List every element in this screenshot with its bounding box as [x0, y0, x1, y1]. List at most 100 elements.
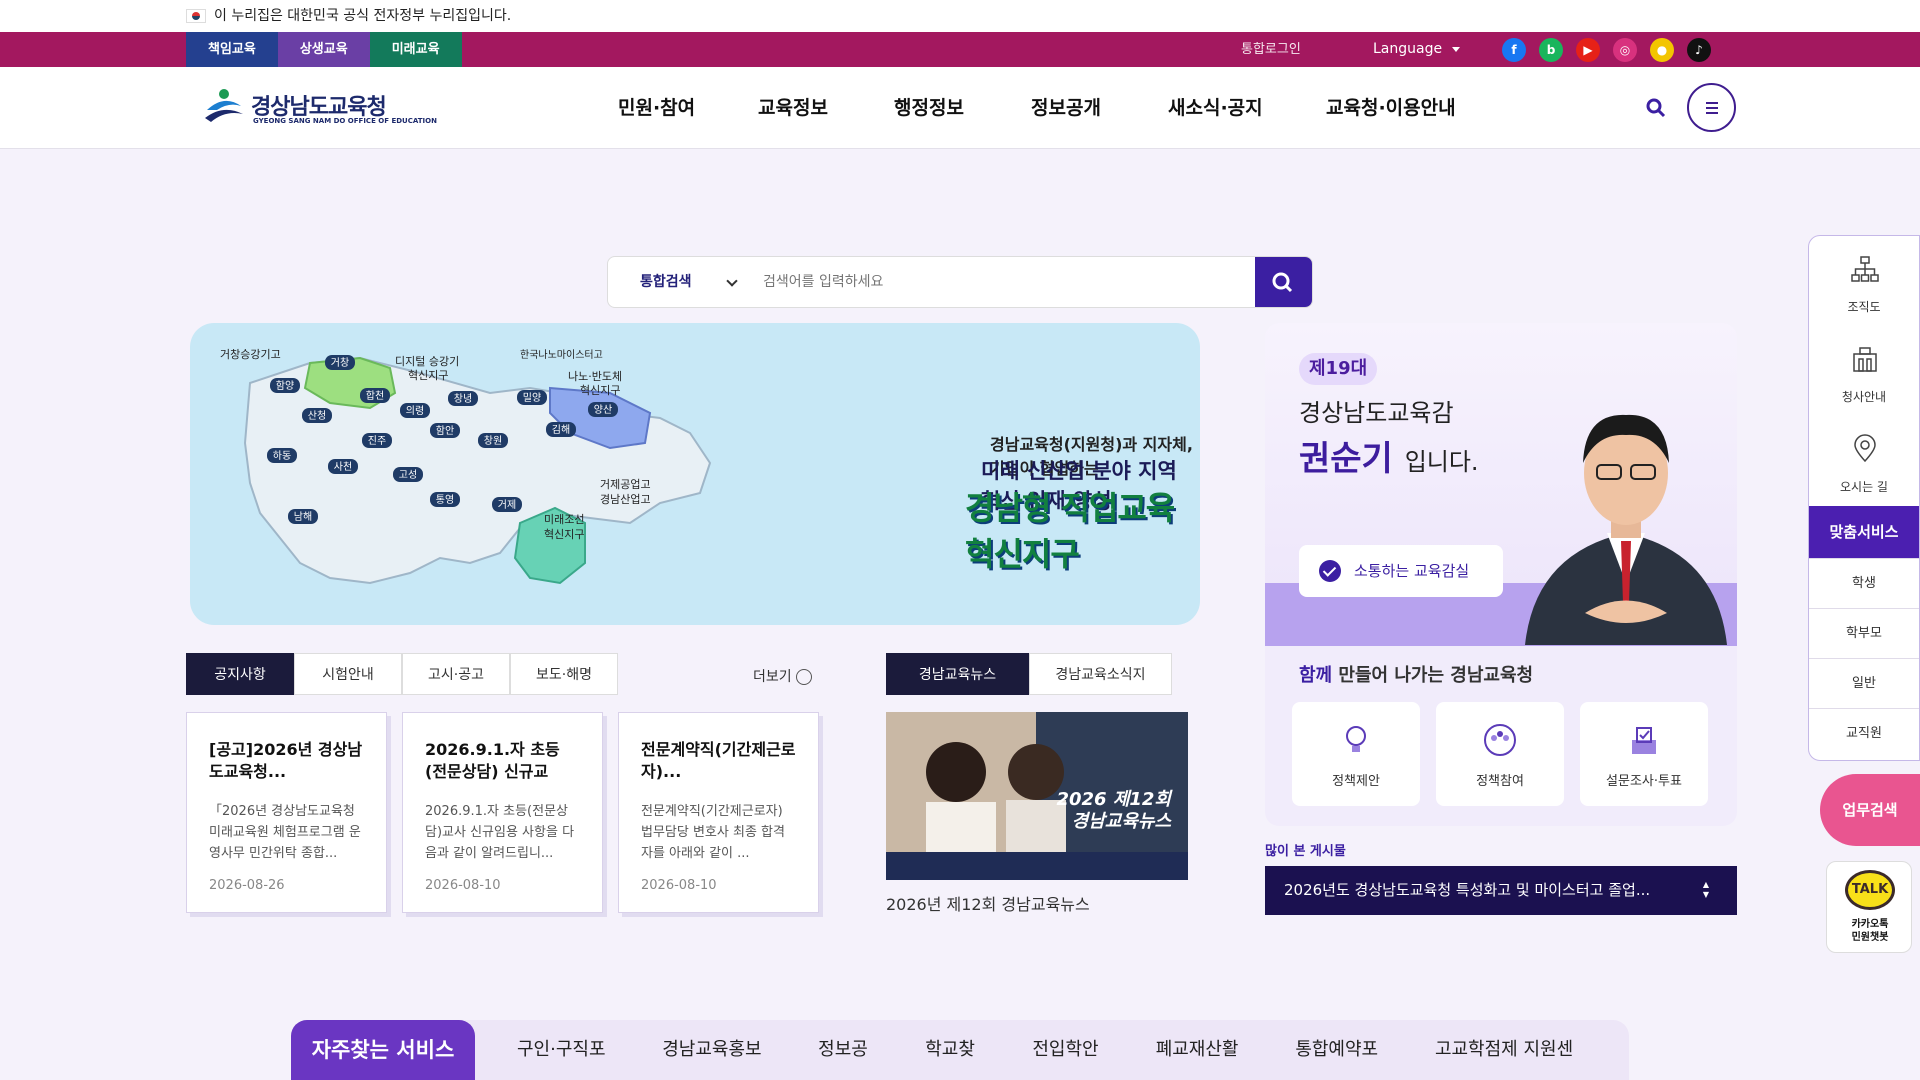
notice-tabs: 공지사항 시험안내 고시·공고 보도·해명 [186, 653, 618, 695]
pill-responsible-education[interactable]: 책임교육 [186, 32, 278, 67]
quick-service-item[interactable]: 고교학점제 지원센터 [1435, 1020, 1587, 1080]
frequent-services-list: 구인·구직포털 경남교육홍보관 정보공개 학교찾기 전입학안내 폐교재산활용 통합예약포털 고… [517, 1020, 1629, 1080]
notice-card-desc: 「2026년 경상남도교육청 미래교육원 체험프로그램 운영사무 민간위탁 종합… [209, 804, 361, 861]
popular-heading: 많이 본 게시물 [1265, 844, 1346, 859]
custom-general[interactable]: 일반 [1809, 658, 1919, 708]
chevron-right-icon [795, 669, 812, 685]
search-input[interactable] [763, 269, 1263, 295]
nav-news-notice[interactable]: 새소식·공지 [1168, 67, 1326, 149]
language-label: Language [1373, 41, 1443, 57]
instagram-icon[interactable]: ◎ [1613, 38, 1637, 62]
building-icon [1853, 347, 1877, 372]
search-icon[interactable] [1645, 97, 1667, 119]
tab-press-release[interactable]: 보도·해명 [510, 653, 618, 695]
policy-participation-label: 정책참여 [1476, 774, 1524, 789]
pill-coexistence-education[interactable]: 상생교육 [277, 32, 370, 67]
map-region-label: 합천 [366, 390, 384, 402]
tab-announcement[interactable]: 고시·공고 [402, 653, 510, 695]
kakao-chatbot-button[interactable]: TALK 카카오톡 민원챗봇 [1826, 861, 1912, 953]
together-rest: 만들어 나가는 경남교육청 [1332, 665, 1534, 686]
together-heading: 함께 만들어 나가는 경남교육청 [1299, 661, 1533, 687]
survey-vote-button[interactable]: 설문조사·투표 [1580, 702, 1708, 806]
together-strong: 함께 [1299, 665, 1333, 686]
superintendent-title: 경상남도교육감 [1299, 399, 1454, 427]
tab-gyeongnam-news[interactable]: 경남교육뉴스 [886, 653, 1029, 695]
side-org-chart[interactable]: 조직도 [1809, 236, 1919, 326]
news-thumbnail[interactable]: 2026 제12회 경남교육뉴스 [886, 712, 1188, 880]
up-down-arrow-icon[interactable]: ▲ ▼ [1703, 880, 1709, 900]
custom-student[interactable]: 학생 [1809, 558, 1919, 608]
main-nav: 민원·참여 교육정보 행정정보 정보공개 새소식·공지 교육청·이용안내 [618, 67, 1476, 149]
policy-proposal-button[interactable]: 정책제안 [1292, 702, 1420, 806]
nav-civil-participation[interactable]: 민원·참여 [618, 67, 758, 149]
quick-service-item[interactable]: 경남교육홍보관 [662, 1020, 776, 1080]
youtube-icon[interactable]: ▶ [1576, 38, 1600, 62]
notice-card[interactable]: 2026.9.1.자 초등(전문상담) 신규교사... 2026.9.1.자 초… [402, 712, 603, 913]
quick-service-item[interactable]: 통합예약포털 [1295, 1020, 1393, 1080]
search-submit-button[interactable] [1255, 257, 1312, 307]
map-region-label: 양산 [594, 404, 612, 416]
quick-service-item[interactable]: 폐교재산활용 [1156, 1020, 1254, 1080]
policy-participation-button[interactable]: 정책참여 [1436, 702, 1564, 806]
top-utility-bar: 책임교육 상생교육 미래교육 통합로그인 Language f b ▶ ◎ ● ♪ [0, 32, 1920, 67]
news-caption[interactable]: 2026년 제12회 경남교육뉴스 [886, 891, 1090, 915]
communication-office-button[interactable]: 소통하는 교육감실 [1299, 545, 1503, 597]
main-header: 경상남도교육청 GYEONG SANG NAM DO OFFICE OF EDU… [0, 67, 1920, 149]
quick-service-item[interactable]: 정보공개 [818, 1020, 883, 1080]
quick-service-item[interactable]: 구인·구직포털 [517, 1020, 620, 1080]
main-banner[interactable]: 거창승강기고 디지털 승강기 혁신지구 한국나노마이스터고 나노·반도체 혁신지구 거제공업… [190, 323, 1200, 625]
check-circle-icon [1319, 560, 1341, 582]
language-select[interactable]: Language [1373, 32, 1461, 67]
facebook-icon[interactable]: f [1502, 38, 1526, 62]
work-search-button[interactable]: 업무검색 [1820, 774, 1920, 846]
notice-card[interactable]: 전문계약직(기간제근로자)... 전문계약직(기간제근로자) 법무담당 변호사 … [618, 712, 819, 913]
notice-cards: [공고]2026년 경상남도교육청... 「2026년 경상남도교육청 미래교육… [186, 712, 819, 913]
site-logo[interactable]: 경상남도교육청 GYEONG SANG NAM DO OFFICE OF EDU… [203, 85, 437, 129]
popular-post-rolling[interactable]: 2026년도 경상남도교육청 특성화고 및 마이스터고 졸업... ▲ ▼ [1265, 866, 1737, 915]
news-image-line-2: 경남교육뉴스 [1072, 811, 1173, 832]
map-school-label: 나노·반도체 [568, 370, 622, 383]
notice-card[interactable]: [공고]2026년 경상남도교육청... 「2026년 경상남도교육청 미래교육… [186, 712, 387, 913]
kakaostory-icon[interactable]: ● [1650, 38, 1674, 62]
custom-service-heading: 맞춤서비스 [1809, 506, 1919, 558]
map-school-label: 혁신지구 [544, 528, 584, 541]
kakao-chatbot-label: 카카오톡 민원챗봇 [1827, 918, 1913, 944]
blog-icon[interactable]: b [1539, 38, 1563, 62]
nav-admin-info[interactable]: 행정정보 [894, 67, 1031, 149]
pill-future-education[interactable]: 미래교육 [369, 32, 462, 67]
quick-service-item[interactable]: 전입학안내 [1032, 1020, 1113, 1080]
ballot-box-icon [1632, 727, 1656, 754]
frequent-services-bar: 자주찾는 서비스 구인·구직포털 경남교육홍보관 정보공개 학교찾기 전입학안내 폐교재산… [291, 1020, 1629, 1080]
popular-post-title: 2026년도 경상남도교육청 특성화고 및 마이스터고 졸업... [1284, 881, 1651, 899]
tab-notice[interactable]: 공지사항 [186, 653, 294, 695]
tiktok-icon[interactable]: ♪ [1687, 38, 1711, 62]
search-icon [1272, 272, 1293, 293]
map-school-label: 한국나노마이스터고 [520, 349, 603, 361]
notice-more-link[interactable]: 더보기 [753, 666, 812, 686]
search-scope-select[interactable]: 통합검색 [640, 271, 740, 293]
tab-exam-guide[interactable]: 시험안내 [294, 653, 402, 695]
superintendent-name: 권순기 입니다. [1299, 431, 1479, 480]
nav-info-disclosure[interactable]: 정보공개 [1031, 67, 1168, 149]
custom-parent[interactable]: 학부모 [1809, 608, 1919, 658]
directions-label: 오시는 길 [1840, 480, 1888, 494]
org-chart-label: 조직도 [1847, 300, 1881, 314]
nav-education-info[interactable]: 교육정보 [758, 67, 894, 149]
kakao-talk-icon: TALK [1845, 870, 1895, 910]
office-emblem-icon [205, 89, 243, 122]
all-menu-button[interactable] [1687, 83, 1736, 132]
side-quick-menu: 조직도 청사안내 오시는 길 맞춤서비스 학생 학부모 일반 교직원 [1808, 235, 1920, 761]
map-region-label: 김해 [552, 423, 570, 436]
banner-line-3: 경남형 직업교육 혁신지구 [965, 489, 1175, 573]
nav-office-guide[interactable]: 교육청·이용안내 [1326, 67, 1476, 149]
side-building-guide[interactable]: 청사안내 [1809, 326, 1919, 416]
integrated-login-link[interactable]: 통합로그인 [1241, 32, 1301, 67]
people-group-icon [1484, 724, 1516, 756]
notice-card-title: [공고]2026년 경상남도교육청... [209, 740, 363, 781]
tab-newsletter[interactable]: 경남교육소식지 [1029, 653, 1172, 695]
side-directions[interactable]: 오시는 길 [1809, 416, 1919, 506]
quick-service-item[interactable]: 학교찾기 [925, 1020, 990, 1080]
map-region-label: 남해 [294, 510, 312, 523]
custom-staff[interactable]: 교직원 [1809, 708, 1919, 758]
notice-card-title: 전문계약직(기간제근로자)... [641, 740, 796, 781]
